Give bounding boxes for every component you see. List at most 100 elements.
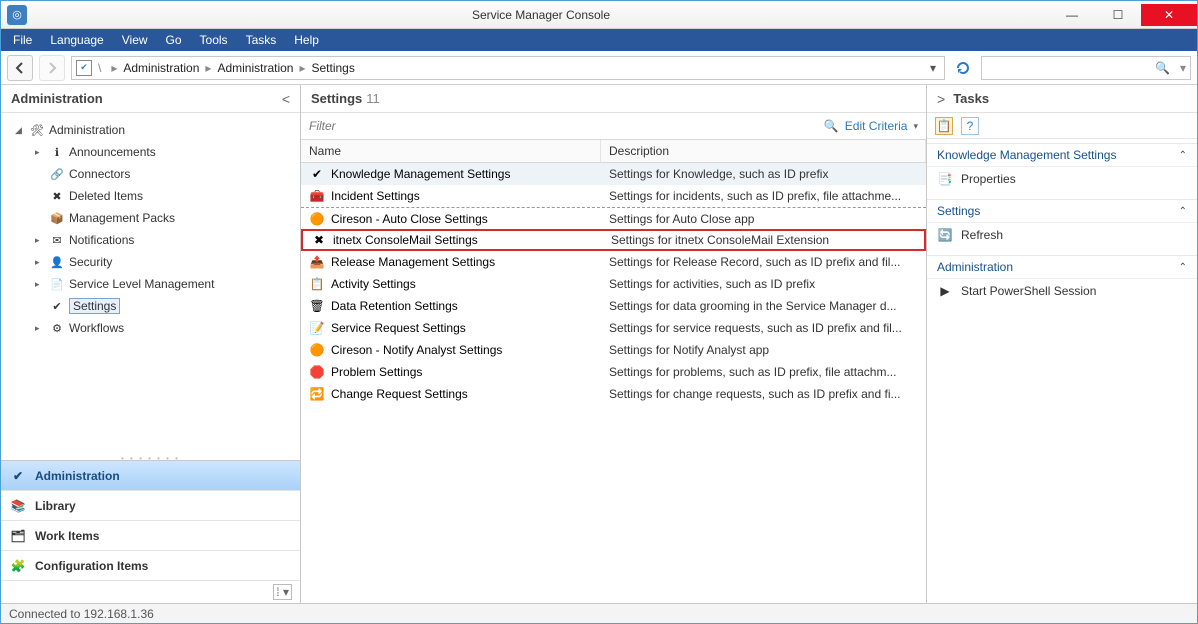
menu-go[interactable]: Go — [158, 31, 190, 49]
app-icon: ◎ — [7, 5, 27, 25]
tree-node-workflows[interactable]: ▸ ⚙ Workflows — [1, 317, 300, 339]
tasks-clipboard-icon[interactable]: 📋 — [935, 117, 953, 135]
tree-node-connectors[interactable]: 🔗 Connectors — [1, 163, 300, 185]
breadcrumb-seg-0[interactable]: Administration — [123, 61, 199, 75]
expander-icon[interactable]: ▸ — [35, 257, 45, 268]
row-description: Settings for problems, such as ID prefix… — [601, 365, 926, 379]
maximize-button[interactable]: ☐ — [1095, 4, 1141, 26]
wunderbar-more-button[interactable]: ⁞ ▾ — [1, 581, 300, 603]
filter-input[interactable] — [309, 119, 818, 133]
row-description: Settings for data grooming in the Servic… — [601, 299, 926, 313]
tree-node-label: Connectors — [69, 167, 130, 181]
connector-icon: 🔗 — [49, 166, 65, 182]
properties-icon: 📑 — [937, 171, 953, 187]
grid-row[interactable]: 📤Release Management SettingsSettings for… — [301, 251, 926, 273]
tree-node-administration[interactable]: ◢ 🛠 Administration — [1, 119, 300, 141]
menu-help[interactable]: Help — [286, 31, 327, 49]
wunderbar-library[interactable]: 📚Library — [1, 491, 300, 521]
wunderbar-administration[interactable]: ✔Administration — [1, 461, 300, 491]
forward-button[interactable] — [39, 55, 65, 81]
filter-search-icon[interactable]: 🔍 — [824, 119, 839, 133]
minimize-button[interactable]: — — [1049, 4, 1095, 26]
grid-row[interactable]: 🔁Change Request SettingsSettings for cha… — [301, 383, 926, 405]
task-item-properties[interactable]: 📑Properties — [927, 167, 1197, 191]
package-icon: 📦 — [49, 210, 65, 226]
user-icon: 👤 — [49, 254, 65, 270]
expander-icon[interactable]: ▸ — [35, 235, 45, 246]
breadcrumb-dropdown[interactable]: ▾ — [926, 61, 940, 75]
grid-row[interactable]: 🟠Cireson - Notify Analyst SettingsSettin… — [301, 339, 926, 361]
row-icon: 🟠 — [309, 211, 325, 227]
close-button[interactable]: ✕ — [1141, 4, 1197, 26]
expander-icon[interactable]: ▸ — [35, 279, 45, 290]
grid-row[interactable]: ✖itnetx ConsoleMail SettingsSettings for… — [301, 229, 926, 251]
tree-node-announcements[interactable]: ▸ ℹ Announcements — [1, 141, 300, 163]
row-description: Settings for activities, such as ID pref… — [601, 277, 926, 291]
task-section-header[interactable]: Administration⌃ — [927, 255, 1197, 279]
breadcrumb[interactable]: ✔ \ ▸ Administration ▸ Administration ▸ … — [71, 56, 945, 80]
grid-row[interactable]: 🗑Data Retention SettingsSettings for dat… — [301, 295, 926, 317]
breadcrumb-seg-1[interactable]: Administration — [217, 61, 293, 75]
tasks-expand-button[interactable]: > — [937, 91, 945, 107]
expander-icon[interactable]: ▸ — [35, 147, 45, 158]
grid-count: 11 — [366, 91, 380, 106]
row-name: Cireson - Auto Close Settings — [331, 212, 488, 226]
grid-row[interactable]: 🛑Problem SettingsSettings for problems, … — [301, 361, 926, 383]
tasks-help-icon[interactable]: ? — [961, 117, 979, 135]
menu-file[interactable]: File — [5, 31, 40, 49]
search-box[interactable]: 🔍 ▾ — [981, 56, 1191, 80]
wunderbar-label: Administration — [35, 469, 120, 483]
toolbar: ✔ \ ▸ Administration ▸ Administration ▸ … — [1, 51, 1197, 85]
tasks-title: Tasks — [953, 91, 989, 106]
grid-row[interactable]: ✔Knowledge Management SettingsSettings f… — [301, 163, 926, 185]
wunderbar-icon: 📚 — [9, 497, 27, 515]
column-headers[interactable]: Name Description — [301, 139, 926, 163]
col-description[interactable]: Description — [601, 140, 926, 162]
tree-node-settings[interactable]: ✔ Settings — [1, 295, 300, 317]
grid-row[interactable]: 📝Service Request SettingsSettings for se… — [301, 317, 926, 339]
tree-node-security[interactable]: ▸ 👤 Security — [1, 251, 300, 273]
refresh-button[interactable] — [951, 56, 975, 80]
grid-row[interactable]: 🟠Cireson - Auto Close SettingsSettings f… — [301, 207, 926, 229]
task-section-header[interactable]: Settings⌃ — [927, 199, 1197, 223]
tree-node-deleted-items[interactable]: ✖ Deleted Items — [1, 185, 300, 207]
wunderbar: ✔Administration📚Library🗂Work Items🧩Confi… — [1, 460, 300, 603]
task-item-refresh[interactable]: 🔄Refresh — [927, 223, 1197, 247]
search-dropdown[interactable]: ▾ — [1176, 61, 1190, 75]
col-name[interactable]: Name — [301, 140, 601, 162]
search-input[interactable] — [982, 61, 1149, 75]
tree-node-management-packs[interactable]: 📦 Management Packs — [1, 207, 300, 229]
wunderbar-work-items[interactable]: 🗂Work Items — [1, 521, 300, 551]
task-section-header[interactable]: Knowledge Management Settings⌃ — [927, 143, 1197, 167]
wunderbar-configuration-items[interactable]: 🧩Configuration Items — [1, 551, 300, 581]
row-icon: ✔ — [309, 166, 325, 182]
expander-icon[interactable]: ◢ — [15, 125, 25, 136]
breadcrumb-seg-2[interactable]: Settings — [312, 61, 355, 75]
nav-collapse-button[interactable]: < — [282, 91, 290, 107]
task-item-start-powershell-session[interactable]: ▶Start PowerShell Session — [927, 279, 1197, 303]
menu-tools[interactable]: Tools — [192, 31, 236, 49]
grid-row[interactable]: 🧰Incident SettingsSettings for incidents… — [301, 185, 926, 207]
row-name: itnetx ConsoleMail Settings — [333, 233, 478, 247]
arrow-right-icon — [45, 61, 59, 75]
tree-node-label: Settings — [69, 298, 120, 314]
back-button[interactable] — [7, 55, 33, 81]
expander-icon[interactable]: ▸ — [35, 323, 45, 334]
row-name: Incident Settings — [331, 189, 420, 203]
task-section: Knowledge Management Settings⌃📑Propertie… — [927, 139, 1197, 195]
wunderbar-icon: 🧩 — [9, 557, 27, 575]
edit-criteria-dropdown[interactable]: ▾ — [913, 121, 918, 132]
menu-language[interactable]: Language — [42, 31, 111, 49]
edit-criteria-link[interactable]: Edit Criteria — [845, 119, 908, 133]
tree-node-label: Notifications — [69, 233, 134, 247]
row-name: Release Management Settings — [331, 255, 495, 269]
tree-node-service-level-management[interactable]: ▸ 📄 Service Level Management — [1, 273, 300, 295]
menu-view[interactable]: View — [114, 31, 156, 49]
tree-node-notifications[interactable]: ▸ ✉ Notifications — [1, 229, 300, 251]
search-icon[interactable]: 🔍 — [1149, 61, 1176, 75]
row-description: Settings for itnetx ConsoleMail Extensio… — [603, 233, 924, 247]
menu-tasks[interactable]: Tasks — [238, 31, 285, 49]
grid-row[interactable]: 📋Activity SettingsSettings for activitie… — [301, 273, 926, 295]
row-name: Knowledge Management Settings — [331, 167, 510, 181]
row-icon: 🛑 — [309, 364, 325, 380]
